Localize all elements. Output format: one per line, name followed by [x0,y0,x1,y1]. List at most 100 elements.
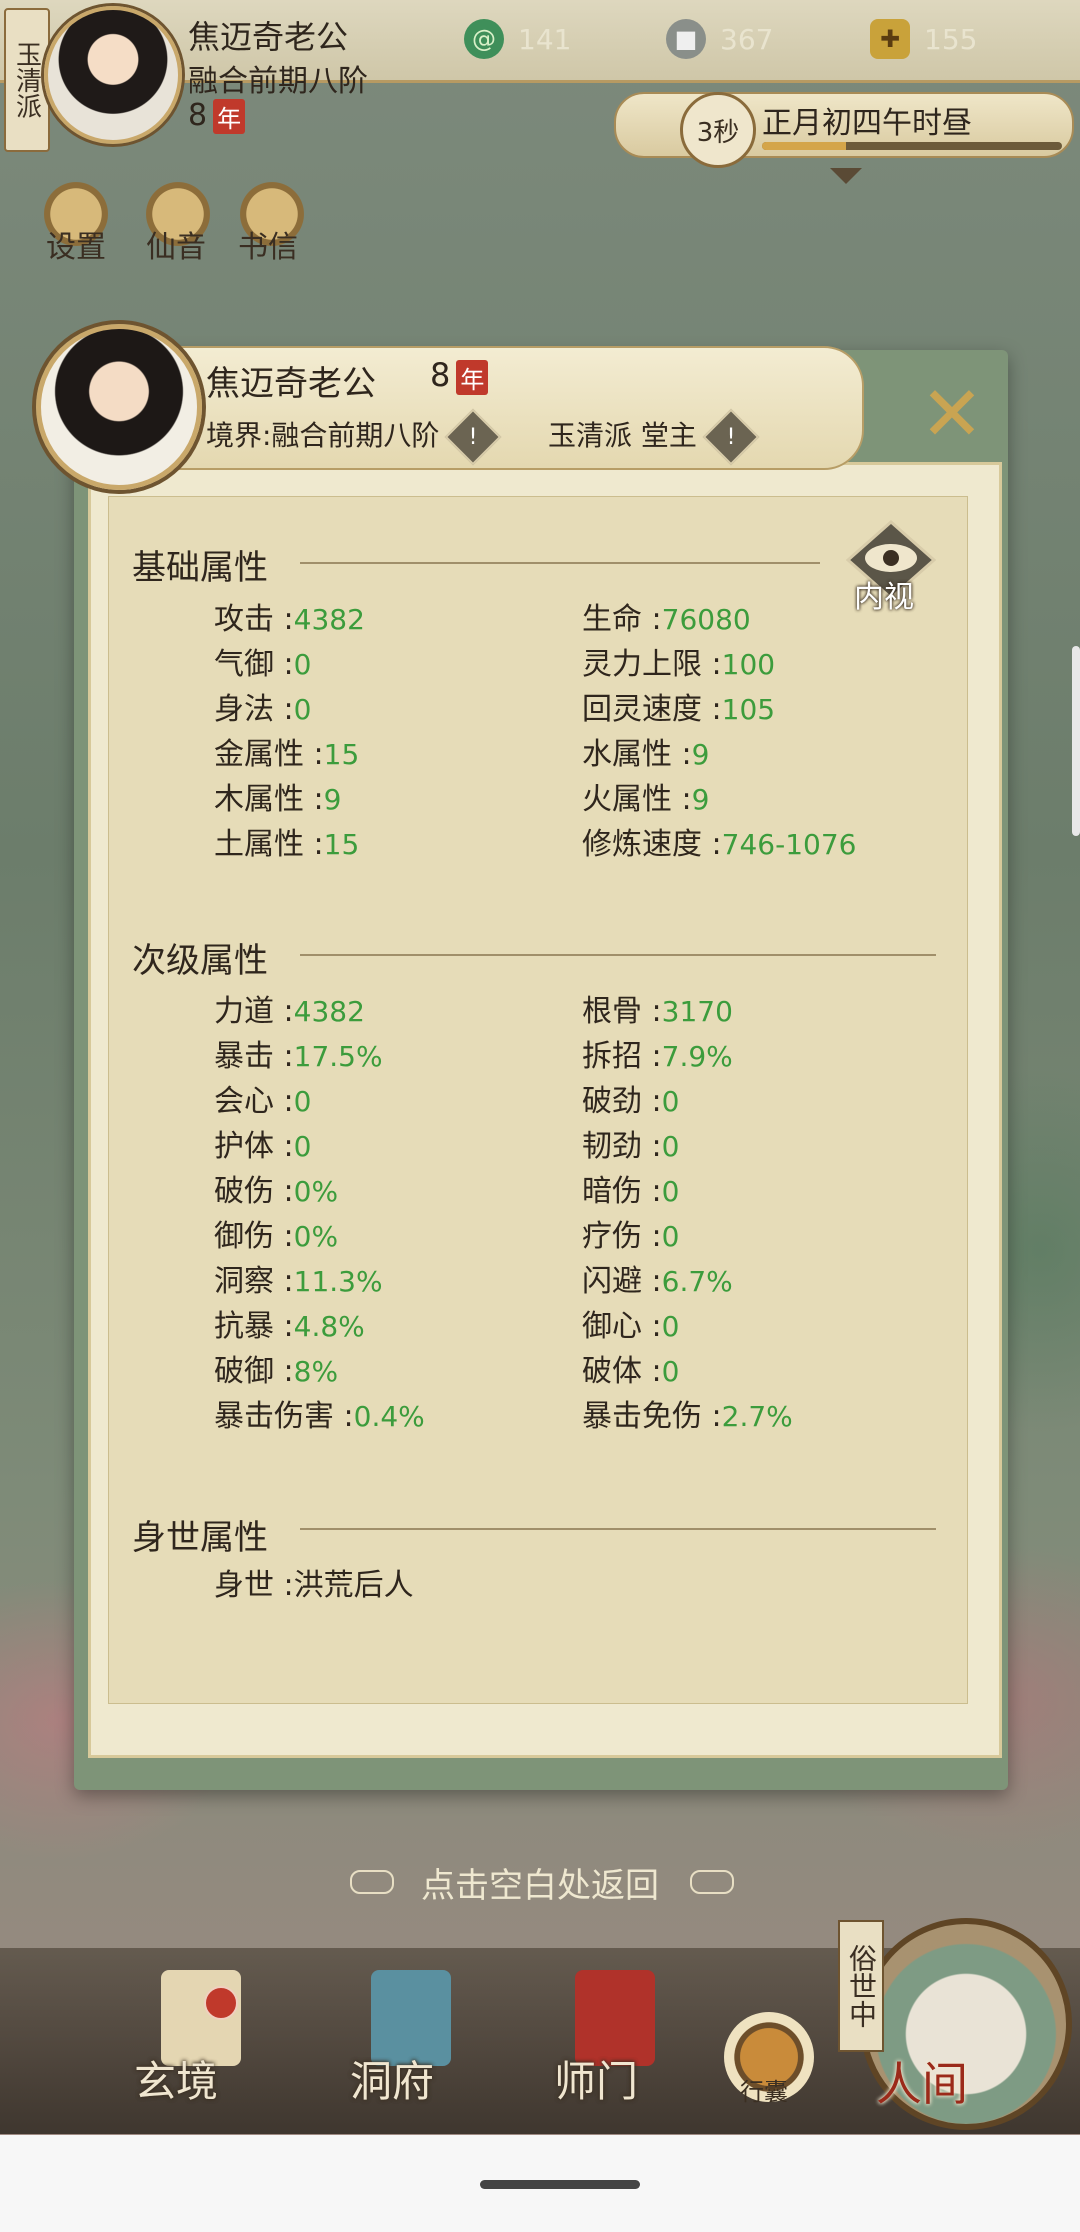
attribute-label: 根骨 [582,994,642,1029]
attribute-label: 气御 [214,647,274,682]
separator: : [274,1219,294,1254]
attribute-value: 17.5% [293,1040,383,1073]
attribute-label: 破体 [582,1354,642,1389]
attribute-label: 会心 [214,1084,274,1119]
divider [300,562,820,564]
music-button[interactable]: 仙音 [146,222,206,266]
divider [300,954,936,956]
world-status-tag: 俗世中 [838,1920,884,2052]
chevron-down-icon[interactable] [830,168,862,184]
attribute-row: 暗伤 :0 [582,1166,679,1210]
basic-attributes-title: 基础属性 [132,548,268,588]
attribute-value: 0 [293,1085,312,1118]
separator: : [642,1354,662,1389]
game-time: 正月初四午时昼 [762,106,972,141]
player-name: 焦迈奇老公 [188,18,349,56]
jade-swirl-icon: @ [464,19,504,59]
attribute-label: 暗伤 [582,1174,642,1209]
sect-tag: 玉清派 [4,8,50,152]
warn-mark: ! [469,424,478,450]
resource-coin[interactable]: ■ 367 [666,14,773,64]
attribute-label: 木属性 [214,782,304,817]
attribute-row: 暴击免伤 :2.7% [582,1391,793,1435]
separator: : [672,782,692,817]
attribute-value: 76080 [661,603,751,636]
attribute-label: 金属性 [214,737,304,772]
attribute-label: 破劲 [582,1084,642,1119]
attribute-value: 9 [691,783,710,816]
character-realm: 境界:融合前期八阶! [206,408,502,466]
attribute-row: 木属性 :9 [214,774,341,818]
world-button[interactable]: 人间 [876,2048,968,2114]
attribute-value: 0 [293,1130,312,1163]
separator: : [274,1084,294,1119]
attribute-row: 金属性 :15 [214,729,359,773]
player-avatar[interactable] [44,6,182,144]
character-name: 焦迈奇老公 [206,364,376,404]
origin-attributes-title: 身世属性 [132,1518,268,1558]
attribute-label: 暴击免伤 [582,1399,702,1434]
attribute-label: 洞察 [214,1264,274,1299]
attribute-row: 闪避 :6.7% [582,1256,733,1300]
attribute-label: 暴击 [214,1039,274,1074]
attribute-label: 暴击伤害 [214,1399,334,1434]
attribute-label: 闪避 [582,1264,642,1299]
attribute-row: 疗伤 :0 [582,1211,679,1255]
attribute-label: 韧劲 [582,1129,642,1164]
letters-button[interactable]: 书信 [238,222,298,266]
separator: : [642,1309,662,1344]
separator: : [642,1084,662,1119]
attribute-row: 回灵速度 :105 [582,684,775,728]
attribute-row: 身世 :洪荒后人 [214,1560,414,1604]
character-avatar [36,324,202,490]
year-badge: 年 [456,359,489,395]
attribute-value: 0 [661,1085,680,1118]
scrollbar[interactable] [1072,646,1080,836]
attribute-row: 破体 :0 [582,1346,679,1390]
attribute-value: 7.9% [661,1040,733,1073]
attribute-value: 9 [323,783,342,816]
separator: : [702,1399,722,1434]
tap-to-return-hint[interactable]: 点击空白处返回 [0,1858,1080,1907]
attribute-row: 身法 :0 [214,684,311,728]
attribute-value: 15 [323,828,360,861]
attribute-value: 0 [293,648,312,681]
attribute-label: 身法 [214,692,274,727]
realm-info-icon[interactable]: ! [445,408,502,466]
settings-button[interactable]: 设置 [46,222,106,266]
separator: : [274,1039,294,1074]
nav-dongfu-label[interactable]: 洞府 [350,2048,434,2109]
attribute-row: 拆招 :7.9% [582,1031,733,1075]
timer-countdown: 3秒 [680,92,756,168]
secondary-attributes-title: 次级属性 [132,941,268,981]
attribute-row: 破御 :8% [214,1346,338,1390]
attribute-value: 4382 [293,995,365,1028]
nav-xuanjing-label[interactable]: 玄境 [134,2048,218,2109]
attribute-value: 8% [293,1355,339,1388]
attribute-value: 洪荒后人 [293,1568,414,1603]
bag-button[interactable]: 行囊 [740,2072,788,2107]
separator: : [304,782,324,817]
nav-shimen-label[interactable]: 师门 [554,2048,638,2109]
separator: : [274,1174,294,1209]
character-years: 8年 [430,356,489,395]
separator: : [702,692,722,727]
sect-info-icon[interactable]: ! [702,408,760,466]
separator: : [274,1129,294,1164]
inner-view-button[interactable]: 内视 [854,572,914,616]
attribute-label: 拆招 [582,1039,642,1074]
attribute-label: 御伤 [214,1219,274,1254]
resource-gold[interactable]: ✚ 155 [870,14,977,64]
attribute-value: 2.7% [721,1400,793,1433]
close-icon[interactable]: ✕ [914,376,990,452]
gesture-handle[interactable] [480,2180,640,2189]
attribute-row: 护体 :0 [214,1121,311,1165]
separator: : [702,647,722,682]
attribute-value: 6.7% [661,1265,733,1298]
divider [300,1528,936,1530]
attribute-label: 破御 [214,1354,274,1389]
resource-jade[interactable]: @ 141 [464,14,571,64]
separator: : [642,1129,662,1164]
attribute-value: 9 [691,738,710,771]
attribute-value: 0 [661,1175,680,1208]
